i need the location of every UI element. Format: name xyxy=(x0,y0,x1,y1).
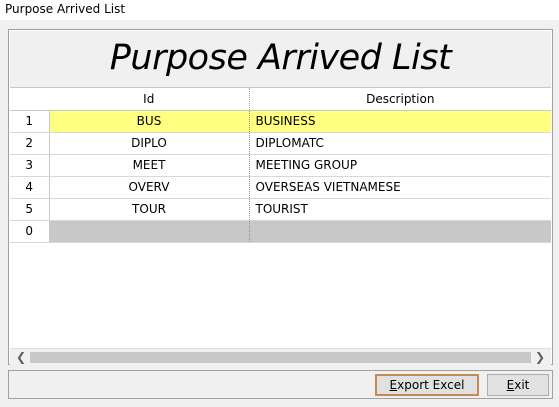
button-bar: Export Excel Exit xyxy=(8,370,553,399)
cell-id[interactable]: MEET xyxy=(48,154,250,177)
cell-description[interactable] xyxy=(249,220,551,243)
banner-title: Purpose Arrived List xyxy=(109,38,452,78)
new-row[interactable]: 0 xyxy=(10,220,551,243)
table-row[interactable]: 5 TOUR TOURIST xyxy=(10,198,551,221)
table-row[interactable]: 1 BUS BUSINESS xyxy=(10,110,551,133)
cell-description[interactable]: MEETING GROUP xyxy=(249,154,551,177)
column-header-id[interactable]: Id xyxy=(49,88,250,111)
cell-id[interactable] xyxy=(48,220,250,243)
row-number-header xyxy=(10,88,49,111)
cell-id[interactable]: OVERV xyxy=(48,176,250,199)
export-accelerator: E xyxy=(389,378,398,392)
export-label: xport Excel xyxy=(397,378,465,392)
table-row[interactable]: 4 OVERV OVERSEAS VIETNAMESE xyxy=(10,176,551,199)
cell-description[interactable]: TOURIST xyxy=(249,198,551,221)
scrollbar-thumb[interactable] xyxy=(30,352,531,363)
column-header-description[interactable]: Description xyxy=(249,88,551,111)
exit-label: xit xyxy=(514,378,530,392)
row-number: 3 xyxy=(10,154,49,177)
horizontal-scrollbar[interactable]: ❮ ❯ xyxy=(10,348,551,366)
row-number: 1 xyxy=(10,110,49,133)
table-row[interactable]: 2 DIPLO DIPLOMATC xyxy=(10,132,551,155)
cell-id[interactable]: TOUR xyxy=(48,198,250,221)
window-title: Purpose Arrived List xyxy=(5,2,126,16)
cell-id[interactable]: BUS xyxy=(48,110,250,133)
exit-button[interactable]: Exit xyxy=(487,374,549,396)
purpose-grid: Id Description 1 BUS BUSINESS 2 DIPLO DI… xyxy=(10,88,551,243)
chevron-right-icon[interactable]: ❯ xyxy=(535,350,545,364)
chevron-left-icon[interactable]: ❮ xyxy=(16,350,26,364)
grid-header-row: Id Description xyxy=(10,88,551,111)
table-row[interactable]: 3 MEET MEETING GROUP xyxy=(10,154,551,177)
export-excel-button[interactable]: Export Excel xyxy=(375,374,479,396)
cell-description[interactable]: DIPLOMATC xyxy=(249,132,551,155)
cell-description[interactable]: BUSINESS xyxy=(249,110,551,133)
window-titlebar: Purpose Arrived List xyxy=(0,0,559,20)
banner: Purpose Arrived List xyxy=(10,31,551,88)
cell-description[interactable]: OVERSEAS VIETNAMESE xyxy=(249,176,551,199)
list-frame: Purpose Arrived List Id Description 1 BU… xyxy=(8,29,553,366)
row-number: 2 xyxy=(10,132,49,155)
cell-id[interactable]: DIPLO xyxy=(48,132,250,155)
row-number: 4 xyxy=(10,176,49,199)
row-number: 5 xyxy=(10,198,49,221)
row-number: 0 xyxy=(10,220,49,243)
